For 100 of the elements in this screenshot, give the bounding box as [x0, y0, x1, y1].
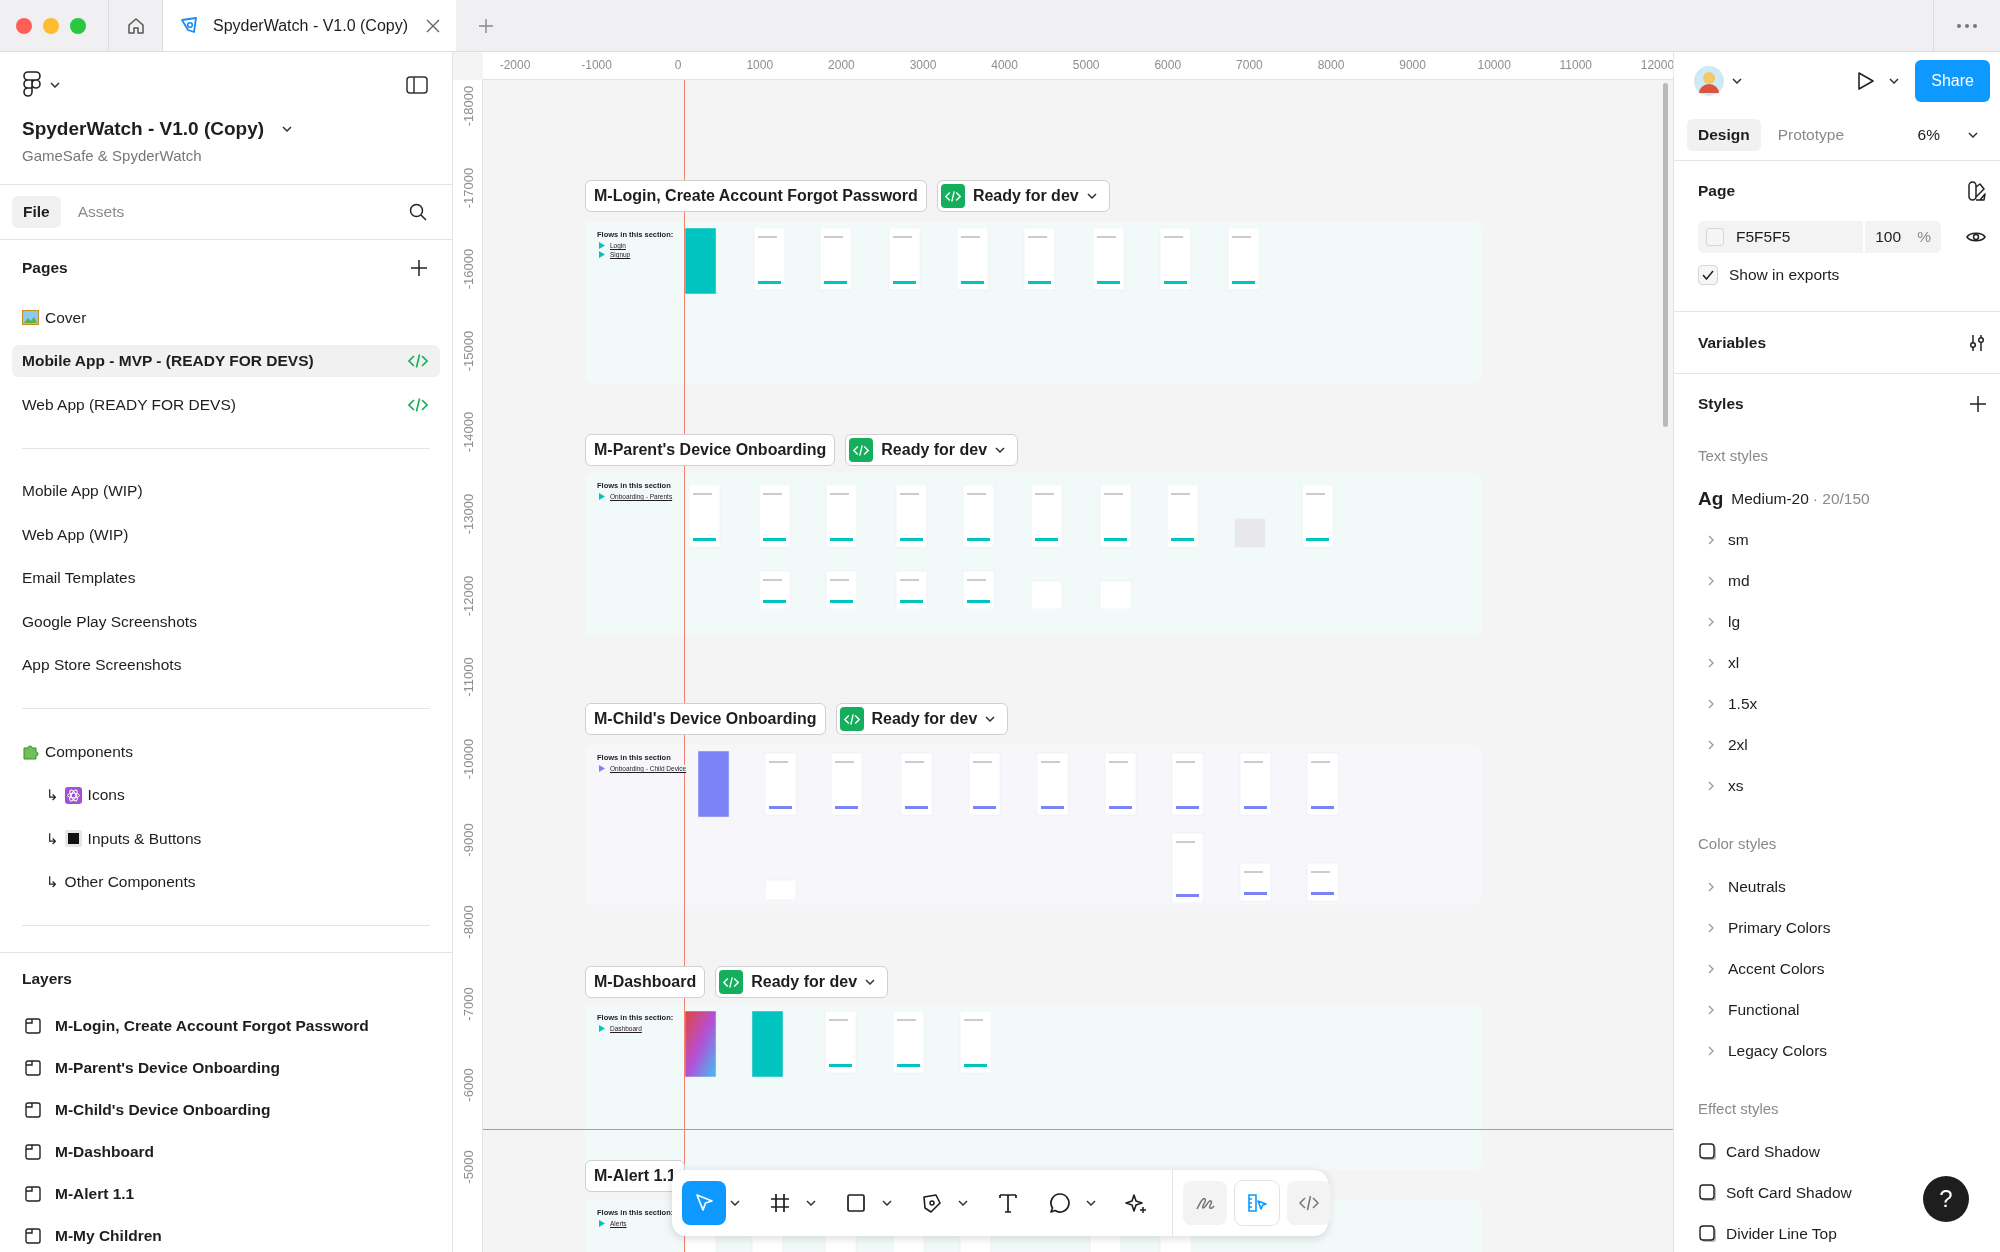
chevron-right-icon[interactable]	[1708, 698, 1714, 709]
search-icon[interactable]	[409, 203, 427, 221]
chevron-right-icon[interactable]	[1708, 922, 1714, 933]
status-dropdown[interactable]: Ready for dev	[835, 703, 1009, 735]
play-icon[interactable]	[1857, 71, 1876, 91]
caret-icon[interactable]	[958, 1200, 968, 1206]
section-label[interactable]: M-Child's Device Onboarding	[585, 703, 826, 735]
page-item[interactable]: App Store Screenshots	[12, 649, 440, 682]
ruler-label: -12000	[460, 575, 476, 616]
chevron-right-icon[interactable]	[1708, 534, 1714, 545]
status-dropdown[interactable]: Ready for dev	[715, 966, 889, 998]
section-title: Styles	[1698, 395, 1744, 413]
status-dropdown[interactable]: Ready for dev	[936, 180, 1110, 212]
style-group[interactable]: sm	[1728, 530, 1749, 549]
close-window-button[interactable]	[16, 17, 32, 34]
caret-icon[interactable]	[882, 1200, 892, 1206]
page-item[interactable]: Web App (READY FOR DEVS)	[12, 388, 440, 421]
page-item[interactable]: ↳ Icons	[12, 779, 440, 812]
close-icon[interactable]	[426, 18, 440, 33]
page-item[interactable]: Cover	[12, 301, 440, 334]
panel-tab[interactable]: Prototype	[1766, 119, 1856, 151]
chevron-right-icon[interactable]	[1708, 881, 1714, 892]
page-item[interactable]: Mobile App - MVP - (READY FOR DEVS)	[12, 345, 440, 378]
chevron-right-icon[interactable]	[1708, 616, 1714, 627]
sidebar-toggle-icon[interactable]	[406, 76, 428, 94]
chevron-right-icon[interactable]	[1708, 657, 1714, 668]
page-item[interactable]: ↳ Inputs & Buttons	[12, 822, 440, 855]
style-group[interactable]: Primary Colors	[1728, 918, 1831, 937]
team-name: GameSafe & SpyderWatch	[22, 147, 203, 166]
style-name[interactable]: Medium-20	[1731, 489, 1809, 508]
page-item[interactable]: Email Templates	[12, 562, 440, 595]
section-title: Variables	[1698, 333, 1767, 352]
section-label[interactable]: M-Alert 1.1	[585, 1160, 685, 1192]
ruler-label: -10000	[460, 738, 476, 780]
indent-arrow: ↳	[46, 873, 59, 892]
style-name[interactable]: Soft Card Shadow	[1726, 1183, 1852, 1202]
avatar-button[interactable]	[1694, 66, 1742, 96]
main-menu-button[interactable]	[22, 71, 60, 99]
style-group[interactable]: Accent Colors	[1728, 959, 1825, 978]
layer-item[interactable]: M-Dashboard	[0, 1131, 452, 1173]
check-icon	[1702, 270, 1714, 280]
status-dropdown[interactable]: Ready for dev	[845, 434, 1019, 466]
sliders-icon[interactable]	[1968, 333, 1986, 352]
hex-value: F5F5F5	[1736, 228, 1792, 246]
layer-item[interactable]: M-Parent's Device Onboarding	[0, 1047, 452, 1089]
style-name[interactable]: Divider Line Top	[1726, 1224, 1837, 1243]
style-group[interactable]: 2xl	[1728, 735, 1748, 754]
draw-tool-button[interactable]	[1183, 1181, 1227, 1225]
page-item[interactable]: Mobile App (WIP)	[12, 475, 440, 508]
ruler-label: 6000	[1154, 58, 1182, 72]
help-button[interactable]: ?	[1923, 1176, 1969, 1222]
file-title[interactable]: SpyderWatch - V1.0 (Copy)	[22, 118, 265, 140]
chevron-right-icon[interactable]	[1708, 575, 1714, 586]
checkbox[interactable]	[1698, 265, 1718, 285]
page-item[interactable]: Components	[12, 735, 440, 768]
style-group[interactable]: Functional	[1728, 1000, 1800, 1019]
chevron-down-icon[interactable]	[1889, 78, 1900, 84]
color-field[interactable]: F5F5F5 100 %	[1698, 221, 1941, 253]
panel-tab[interactable]: Design	[1687, 119, 1761, 151]
zoom-level[interactable]: 6%	[1917, 126, 1940, 144]
layer-item[interactable]: M-Alert 1.1	[0, 1173, 452, 1215]
section-icon	[25, 1228, 41, 1244]
caret-icon[interactable]	[730, 1200, 740, 1206]
chevron-right-icon[interactable]	[1708, 963, 1714, 974]
plus-icon[interactable]	[411, 260, 427, 276]
document-tab[interactable]: SpyderWatch - V1.0 (Copy)	[163, 0, 456, 51]
section-label[interactable]: M-Login, Create Account Forgot Password	[585, 180, 927, 212]
style-group[interactable]: 1.5x	[1728, 694, 1758, 713]
style-group[interactable]: xl	[1728, 653, 1740, 672]
color-swatch[interactable]	[1706, 228, 1724, 246]
caret-icon[interactable]	[1086, 1200, 1096, 1206]
color-styles-icon[interactable]	[1968, 181, 1986, 201]
chevron-right-icon[interactable]	[1708, 780, 1714, 791]
layer-item[interactable]: M-My Children	[0, 1215, 452, 1252]
page-item[interactable]: Web App (WIP)	[12, 518, 440, 551]
style-group[interactable]: Neutrals	[1728, 877, 1786, 896]
layer-item[interactable]: M-Child's Device Onboarding	[0, 1089, 452, 1131]
plus-icon[interactable]	[1970, 396, 1986, 412]
panel-tab[interactable]: Assets	[66, 196, 136, 228]
opacity-value: 100	[1863, 221, 1918, 253]
layer-item[interactable]: M-Login, Create Account Forgot Password	[0, 1005, 452, 1047]
section-label[interactable]: M-Parent's Device Onboarding	[585, 434, 836, 466]
caret-icon[interactable]	[806, 1200, 816, 1206]
chevron-right-icon[interactable]	[1708, 1004, 1714, 1015]
section-icon	[25, 1102, 41, 1118]
style-group[interactable]: lg	[1728, 612, 1741, 631]
style-group[interactable]: md	[1728, 571, 1750, 590]
section-label[interactable]: M-Dashboard	[585, 966, 706, 998]
chevron-down-icon[interactable]	[282, 126, 293, 132]
panel-tab[interactable]: File	[12, 196, 61, 228]
page-item[interactable]: Google Play Screenshots	[12, 605, 440, 638]
page-item[interactable]: ↳ Other Components	[12, 866, 440, 899]
style-group[interactable]: xs	[1728, 776, 1744, 795]
eye-icon[interactable]	[1966, 230, 1986, 244]
scrollbar[interactable]	[1663, 83, 1668, 427]
style-group[interactable]: Legacy Colors	[1728, 1041, 1828, 1060]
style-name[interactable]: Card Shadow	[1726, 1142, 1820, 1161]
chevron-down-icon[interactable]	[1968, 132, 1978, 138]
chevron-right-icon[interactable]	[1708, 1045, 1714, 1056]
chevron-right-icon[interactable]	[1708, 739, 1714, 750]
